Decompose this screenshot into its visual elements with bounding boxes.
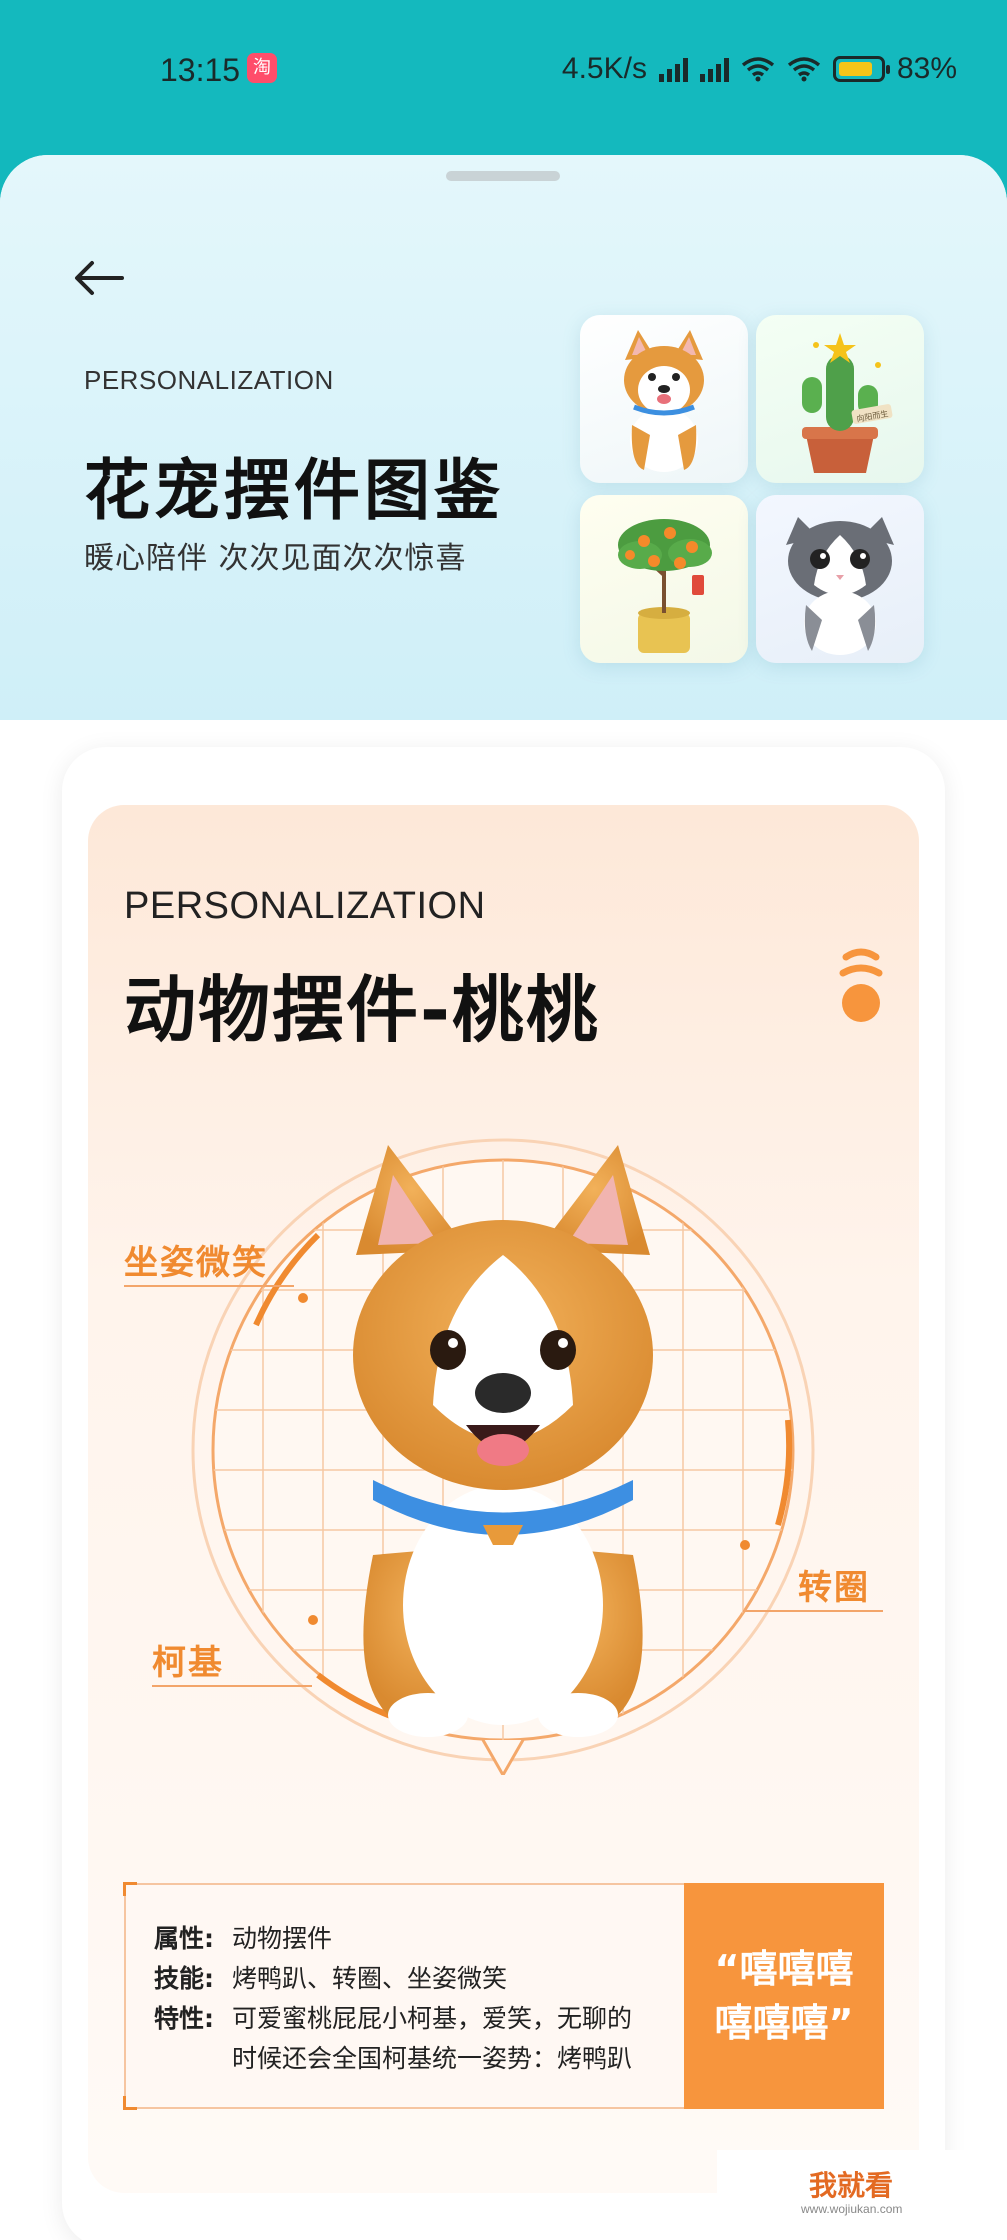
corner-mark: [123, 2096, 137, 2110]
header-eyebrow: PERSONALIZATION: [84, 365, 334, 395]
info-value: 可爱蜜桃屁屁小柯基，爱笑，无聊的时候还会全国柯基统一姿势：烤鸭趴: [232, 2004, 633, 2073]
header-banner: PERSONALIZATION 花宠摆件图鉴 暖心陪伴 次次见面次次惊喜 向阳而…: [0, 155, 1007, 720]
tag-pose-line: [124, 1285, 294, 1287]
quote-line: “嘻嘻嘻: [714, 1947, 854, 1991]
tag-spin-line: [743, 1610, 883, 1612]
info-row-skills: 技能: 烤鸭趴、转圈、坐姿微笑: [154, 1959, 654, 1999]
watermark-text: 我就看: [809, 2169, 894, 2202]
thumbnail-corgi[interactable]: [580, 315, 748, 483]
info-key: 技能:: [154, 1964, 214, 1993]
back-arrow-icon: [75, 261, 124, 295]
cactus-illustration: 向阳而生: [802, 333, 893, 473]
pet-card-panel: PERSONALIZATION 动物摆件-桃桃 坐姿微笑 转圈 柯基 属性: 动…: [88, 805, 919, 2193]
signal-icon: [658, 56, 688, 82]
network-speed: 4.5K/s: [561, 52, 647, 85]
back-button[interactable]: [68, 253, 128, 303]
info-box: 属性: 动物摆件 技能: 烤鸭趴、转圈、坐姿微笑 特性: 可爱蜜桃屁屁小柯基，爱…: [123, 1882, 884, 2110]
hero-illustration: 坐姿微笑 转圈 柯基: [88, 1075, 919, 1779]
battery-icon: [832, 56, 890, 82]
thumbnail-cat[interactable]: [756, 495, 924, 663]
wifi-icon: [787, 57, 821, 82]
thumbnail-cactus[interactable]: 向阳而生: [756, 315, 924, 483]
thumbnail-persimmon-tree[interactable]: [580, 495, 748, 663]
quote-box: “嘻嘻嘻 嘻嘻嘻”: [684, 1883, 884, 2109]
info-key: 属性:: [154, 1924, 214, 1953]
taobao-app-icon: 淘: [247, 53, 277, 83]
info-key: 特性:: [154, 2004, 214, 2033]
persimmon-tree-illustration: [618, 519, 712, 653]
info-value: 烤鸭趴、转圈、坐姿微笑: [232, 1964, 508, 1993]
status-time: 13:15: [160, 52, 241, 88]
info-row-traits: 特性: 可爱蜜桃屁屁小柯基，爱笑，无聊的时候还会全国柯基统一姿势：烤鸭趴: [154, 1999, 654, 2079]
info-row-attribute: 属性: 动物摆件: [154, 1919, 654, 1959]
tag-pose: 坐姿微笑: [124, 1243, 268, 1283]
corgi-figure: [353, 1145, 653, 1737]
status-indicators: 4.5K/s 83%: [562, 52, 957, 86]
page-title: 花宠摆件图鉴: [84, 452, 504, 529]
tag-spin: 转圈: [798, 1568, 870, 1608]
tag-breed: 柯基: [152, 1643, 224, 1683]
watermark-url: www.wojiukan.com: [801, 2202, 903, 2216]
info-value: 动物摆件: [232, 1924, 333, 1953]
wifi-icon: [741, 57, 775, 82]
pet-card: PERSONALIZATION 动物摆件-桃桃 坐姿微笑 转圈 柯基 属性: 动…: [62, 747, 945, 2240]
corgi-illustration: [624, 330, 704, 472]
battery-fill: [838, 62, 872, 76]
tag-breed-line: [152, 1685, 312, 1687]
battery-percent: 83%: [896, 52, 957, 85]
bottom-sheet: PERSONALIZATION 花宠摆件图鉴 暖心陪伴 次次见面次次惊喜 向阳而…: [0, 155, 1007, 2240]
page-subtitle: 暖心陪伴 次次见面次次惊喜: [84, 541, 467, 576]
corner-mark: [123, 1882, 137, 1896]
quote-line: 嘻嘻嘻”: [714, 2001, 854, 2045]
drag-handle[interactable]: [446, 171, 560, 181]
signal-icon: [699, 56, 729, 82]
card-eyebrow: PERSONALIZATION: [124, 885, 486, 927]
card-title: 动物摆件-桃桃: [124, 968, 600, 1052]
stack-logo-icon: [839, 948, 883, 1022]
info-rows: 属性: 动物摆件 技能: 烤鸭趴、转圈、坐姿微笑 特性: 可爱蜜桃屁屁小柯基，爱…: [154, 1919, 654, 2079]
watermark: 我就看 www.wojiukan.com: [717, 2150, 1007, 2240]
cat-illustration: [786, 517, 894, 655]
status-bar: 13:15 淘 4.5K/s 83%: [0, 0, 1007, 150]
